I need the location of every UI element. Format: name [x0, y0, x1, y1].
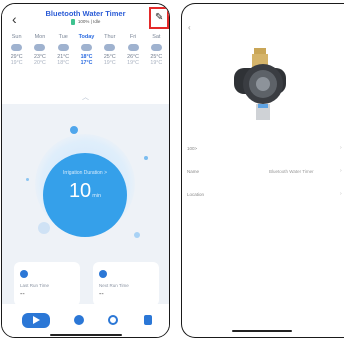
- edit-button[interactable]: ✎: [149, 7, 169, 29]
- bubble-decoration: [134, 232, 140, 238]
- cloud-icon: [34, 44, 46, 51]
- duration-unit: min: [92, 193, 102, 199]
- battery-icon: [70, 19, 75, 25]
- duration-label: Irrigation Duration >: [62, 170, 108, 176]
- chevron-right-icon: ›: [340, 145, 342, 151]
- pencil-icon: ✎: [155, 12, 164, 23]
- alarm-clock-icon[interactable]: [108, 315, 118, 325]
- back-chevron-icon[interactable]: ‹: [188, 23, 191, 32]
- battery-status: 100% | Idle: [2, 19, 169, 25]
- cloud-icon: [127, 44, 139, 51]
- next-run-label: Next Run Time: [99, 283, 129, 288]
- next-run-card: Next Run Time --: [93, 262, 159, 306]
- last-run-value: --: [20, 291, 25, 298]
- row-key: 100>: [187, 146, 198, 151]
- forecast-day: Sun 29°C 19°C: [10, 34, 23, 66]
- info-row[interactable]: Location ›: [187, 190, 344, 213]
- home-indicator: [50, 334, 122, 336]
- forecast-day: Fri 26°C 19°C: [127, 34, 139, 66]
- next-run-value: --: [99, 291, 104, 298]
- row-value: Bluetooth Water Timer: [269, 169, 314, 174]
- forecast-day: Tue 21°C 18°C: [57, 34, 70, 66]
- duration-display: 10min: [43, 180, 127, 203]
- irrigation-panel: Irrigation Duration > 10min Last Run Tim…: [2, 104, 169, 306]
- cloud-icon: [57, 44, 69, 51]
- water-drop-icon[interactable]: [74, 315, 84, 325]
- row-key: Name: [187, 169, 200, 174]
- bubble-decoration: [38, 222, 50, 234]
- water-timer-device-image: [234, 48, 286, 120]
- bottom-toolbar: [2, 304, 169, 337]
- battery-level: 100%: [77, 19, 90, 25]
- timer-screen: ‹ Bluetooth Water Timer 100% | Idle ✎ Su…: [1, 3, 170, 338]
- device-info-list: 100> › Name Bluetooth Water Timer › Loca…: [187, 144, 344, 213]
- irrigation-duration-button[interactable]: Irrigation Duration > 10min: [43, 153, 127, 237]
- header-area: ‹ Bluetooth Water Timer 100% | Idle ✎ Su…: [2, 4, 169, 104]
- forecast-day: Sat 25°C 19°C: [150, 34, 163, 66]
- forecast-day-today: Today 18°C 17°C: [78, 34, 95, 66]
- device-detail-screen: ‹ 100> › Name Bluetooth Water Timer › Lo…: [181, 3, 344, 338]
- start-watering-button[interactable]: [22, 313, 50, 328]
- bubble-decoration: [144, 156, 148, 160]
- chevron-right-icon: ›: [340, 191, 342, 197]
- water-drop-icon: [20, 270, 28, 278]
- info-row[interactable]: Name Bluetooth Water Timer ›: [187, 167, 344, 190]
- home-indicator: [232, 330, 292, 332]
- duration-value: 10: [68, 180, 92, 202]
- play-icon: [33, 316, 40, 324]
- forecast-day: Mon 23°C 20°C: [34, 34, 46, 66]
- weather-forecast: Sun 29°C 19°C Mon 23°C 20°C Tue 21°C 18°…: [5, 34, 168, 66]
- water-drop-icon: [99, 270, 107, 278]
- cloud-icon: [80, 44, 92, 51]
- cloud-icon: [104, 44, 116, 51]
- last-run-label: Last Run Time: [20, 283, 50, 288]
- row-key: Location: [187, 192, 205, 197]
- cloud-icon: [11, 44, 23, 51]
- forecast-day: Thur 25°C 19°C: [103, 34, 116, 66]
- bubble-decoration: [26, 178, 29, 181]
- info-row[interactable]: 100> ›: [187, 144, 344, 167]
- document-icon[interactable]: [144, 315, 152, 325]
- page-title: Bluetooth Water Timer: [45, 9, 126, 18]
- last-run-card: Last Run Time --: [14, 262, 80, 306]
- chevron-right-icon: ›: [340, 168, 342, 174]
- device-status: Idle: [93, 19, 101, 25]
- cloud-sun-icon: [150, 44, 162, 51]
- collapse-chevron-icon[interactable]: ︿: [82, 92, 89, 102]
- bubble-decoration: [70, 126, 78, 134]
